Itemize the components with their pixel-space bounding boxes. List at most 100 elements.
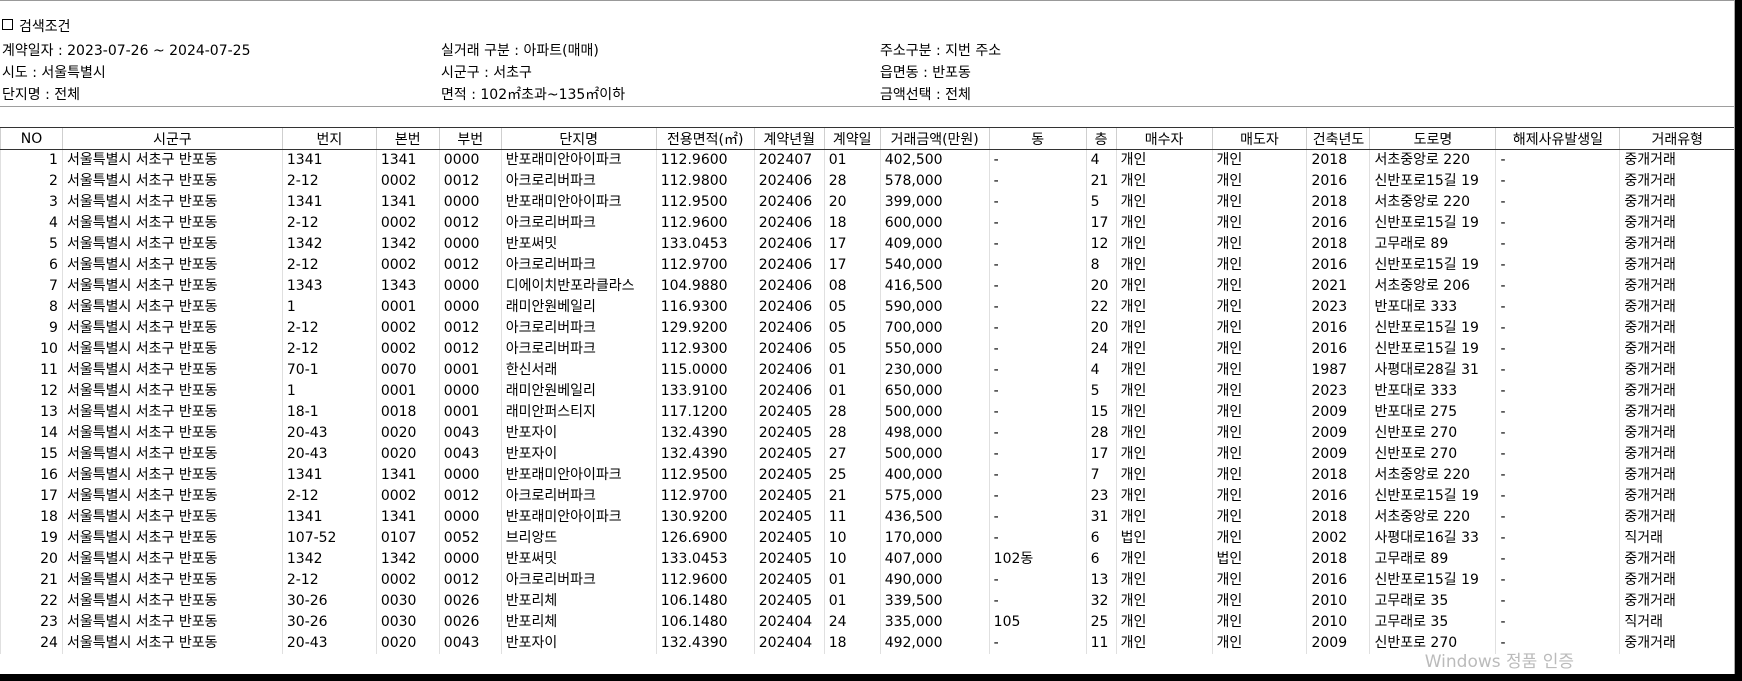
- table-cell[interactable]: 105: [988, 612, 1087, 633]
- table-cell[interactable]: -: [988, 213, 1087, 234]
- table-cell[interactable]: 18: [823, 213, 881, 234]
- table-cell[interactable]: 중개거래: [1619, 633, 1734, 654]
- table-cell[interactable]: 112.9800: [655, 171, 755, 192]
- table-cell[interactable]: -: [988, 192, 1087, 213]
- table-cell[interactable]: 개인: [1115, 612, 1213, 633]
- table-cell[interactable]: 650,000: [879, 381, 990, 402]
- table-cell[interactable]: 개인: [1115, 549, 1213, 570]
- table-cell[interactable]: 한신서래: [500, 360, 657, 381]
- table-cell[interactable]: 0043: [438, 444, 502, 465]
- table-cell[interactable]: -: [988, 570, 1087, 591]
- table-row[interactable]: 15 서울특별시 서초구 반포동 20-43 0020 0043 반포자이 132.4390…: [0, 444, 1734, 465]
- table-cell[interactable]: 서울특별시 서초구 반포동: [61, 360, 283, 381]
- table-cell[interactable]: 0030: [375, 612, 440, 633]
- table-cell[interactable]: 132.4390: [655, 633, 755, 654]
- table-cell[interactable]: 2018: [1306, 465, 1370, 486]
- table-cell[interactable]: 개인: [1211, 360, 1307, 381]
- table-cell[interactable]: 서울특별시 서초구 반포동: [61, 402, 283, 423]
- table-cell[interactable]: 6: [1085, 549, 1117, 570]
- table-cell[interactable]: 2009: [1306, 633, 1370, 654]
- table-cell[interactable]: 17: [0, 486, 63, 507]
- table-cell[interactable]: -: [988, 465, 1087, 486]
- table-cell[interactable]: 22: [0, 591, 63, 612]
- table-cell[interactable]: 개인: [1211, 528, 1307, 549]
- column-header[interactable]: 건축년도: [1306, 127, 1370, 150]
- table-cell[interactable]: 0012: [438, 213, 502, 234]
- table-cell[interactable]: 개인: [1211, 339, 1307, 360]
- table-cell[interactable]: 서울특별시 서초구 반포동: [61, 591, 283, 612]
- column-header[interactable]: 계약년월: [753, 127, 825, 150]
- table-cell[interactable]: 1: [0, 149, 63, 171]
- table-cell[interactable]: 202405: [753, 444, 825, 465]
- table-cell[interactable]: -: [988, 381, 1087, 402]
- table-cell[interactable]: 132.4390: [655, 444, 755, 465]
- table-cell[interactable]: 서울특별시 서초구 반포동: [61, 276, 283, 297]
- table-cell[interactable]: 01: [823, 381, 881, 402]
- table-cell[interactable]: 신반포로15길 19: [1369, 255, 1496, 276]
- table-cell[interactable]: 2016: [1306, 213, 1370, 234]
- table-cell[interactable]: 1: [281, 381, 377, 402]
- table-cell[interactable]: 22: [1085, 297, 1117, 318]
- table-cell[interactable]: -: [1495, 234, 1620, 255]
- table-cell[interactable]: 107-52: [281, 528, 377, 549]
- table-row[interactable]: 9 서울특별시 서초구 반포동 2-12 0002 0012 아크로리버파크 129.920…: [0, 318, 1734, 339]
- table-cell[interactable]: 서울특별시 서초구 반포동: [61, 507, 283, 528]
- table-cell[interactable]: 0012: [438, 255, 502, 276]
- table-cell[interactable]: 1342: [281, 234, 377, 255]
- table-cell[interactable]: 498,000: [879, 423, 990, 444]
- table-cell[interactable]: 서초중앙로 206: [1369, 276, 1496, 297]
- table-cell[interactable]: 1341: [281, 149, 377, 171]
- table-cell[interactable]: 230,000: [879, 360, 990, 381]
- table-cell[interactable]: 반포대로 333: [1369, 381, 1496, 402]
- table-cell[interactable]: 중개거래: [1619, 255, 1734, 276]
- table-cell[interactable]: 개인: [1211, 465, 1307, 486]
- table-cell[interactable]: 아크로리버파크: [500, 318, 657, 339]
- table-cell[interactable]: 개인: [1115, 171, 1213, 192]
- table-cell[interactable]: 202405: [753, 591, 825, 612]
- table-cell[interactable]: 반포래미안아이파크: [500, 507, 657, 528]
- table-cell[interactable]: 개인: [1115, 633, 1213, 654]
- table-cell[interactable]: 반포대로 275: [1369, 402, 1496, 423]
- table-cell[interactable]: 2018: [1306, 507, 1370, 528]
- table-cell[interactable]: 17: [823, 234, 881, 255]
- table-cell[interactable]: 중개거래: [1619, 171, 1734, 192]
- table-cell[interactable]: 신반포로15길 19: [1369, 213, 1496, 234]
- table-cell[interactable]: 법인: [1211, 549, 1307, 570]
- table-cell[interactable]: -: [1495, 570, 1620, 591]
- table-row[interactable]: 22 서울특별시 서초구 반포동 30-26 0030 0026 반포리체 106.1480…: [0, 591, 1734, 612]
- table-cell[interactable]: 23: [0, 612, 63, 633]
- table-cell[interactable]: 개인: [1211, 171, 1307, 192]
- table-cell[interactable]: 0001: [375, 381, 440, 402]
- table-cell[interactable]: 개인: [1115, 381, 1213, 402]
- table-cell[interactable]: 중개거래: [1619, 465, 1734, 486]
- table-cell[interactable]: 반포대로 333: [1369, 297, 1496, 318]
- table-cell[interactable]: 0001: [438, 402, 502, 423]
- table-cell[interactable]: 106.1480: [655, 612, 755, 633]
- table-cell[interactable]: 30-26: [281, 612, 377, 633]
- table-cell[interactable]: -: [1495, 192, 1620, 213]
- table-cell[interactable]: 아크로리버파크: [500, 486, 657, 507]
- table-cell[interactable]: 12: [0, 381, 63, 402]
- table-cell[interactable]: 578,000: [879, 171, 990, 192]
- table-cell[interactable]: 개인: [1115, 402, 1213, 423]
- table-cell[interactable]: 15: [1085, 402, 1117, 423]
- table-cell[interactable]: 2016: [1306, 255, 1370, 276]
- table-cell[interactable]: 112.9500: [655, 192, 755, 213]
- table-cell[interactable]: -: [988, 486, 1087, 507]
- table-cell[interactable]: 24: [0, 633, 63, 654]
- table-cell[interactable]: 126.6900: [655, 528, 755, 549]
- table-cell[interactable]: 4: [1085, 149, 1117, 171]
- table-cell[interactable]: 중개거래: [1619, 297, 1734, 318]
- table-cell[interactable]: 20-43: [281, 633, 377, 654]
- table-cell[interactable]: 개인: [1115, 507, 1213, 528]
- table-cell[interactable]: 11: [0, 360, 63, 381]
- table-cell[interactable]: -: [988, 255, 1087, 276]
- table-cell[interactable]: 2-12: [281, 339, 377, 360]
- table-row[interactable]: 13 서울특별시 서초구 반포동 18-1 0018 0001 래미안퍼스티지 117.12…: [0, 402, 1734, 423]
- table-cell[interactable]: 반포써밋: [500, 549, 657, 570]
- table-cell[interactable]: -: [988, 149, 1087, 171]
- table-cell[interactable]: 10: [0, 339, 63, 360]
- table-cell[interactable]: 고무래로 89: [1369, 549, 1496, 570]
- table-cell[interactable]: 0020: [375, 444, 440, 465]
- table-cell[interactable]: 신반포로15길 19: [1369, 486, 1496, 507]
